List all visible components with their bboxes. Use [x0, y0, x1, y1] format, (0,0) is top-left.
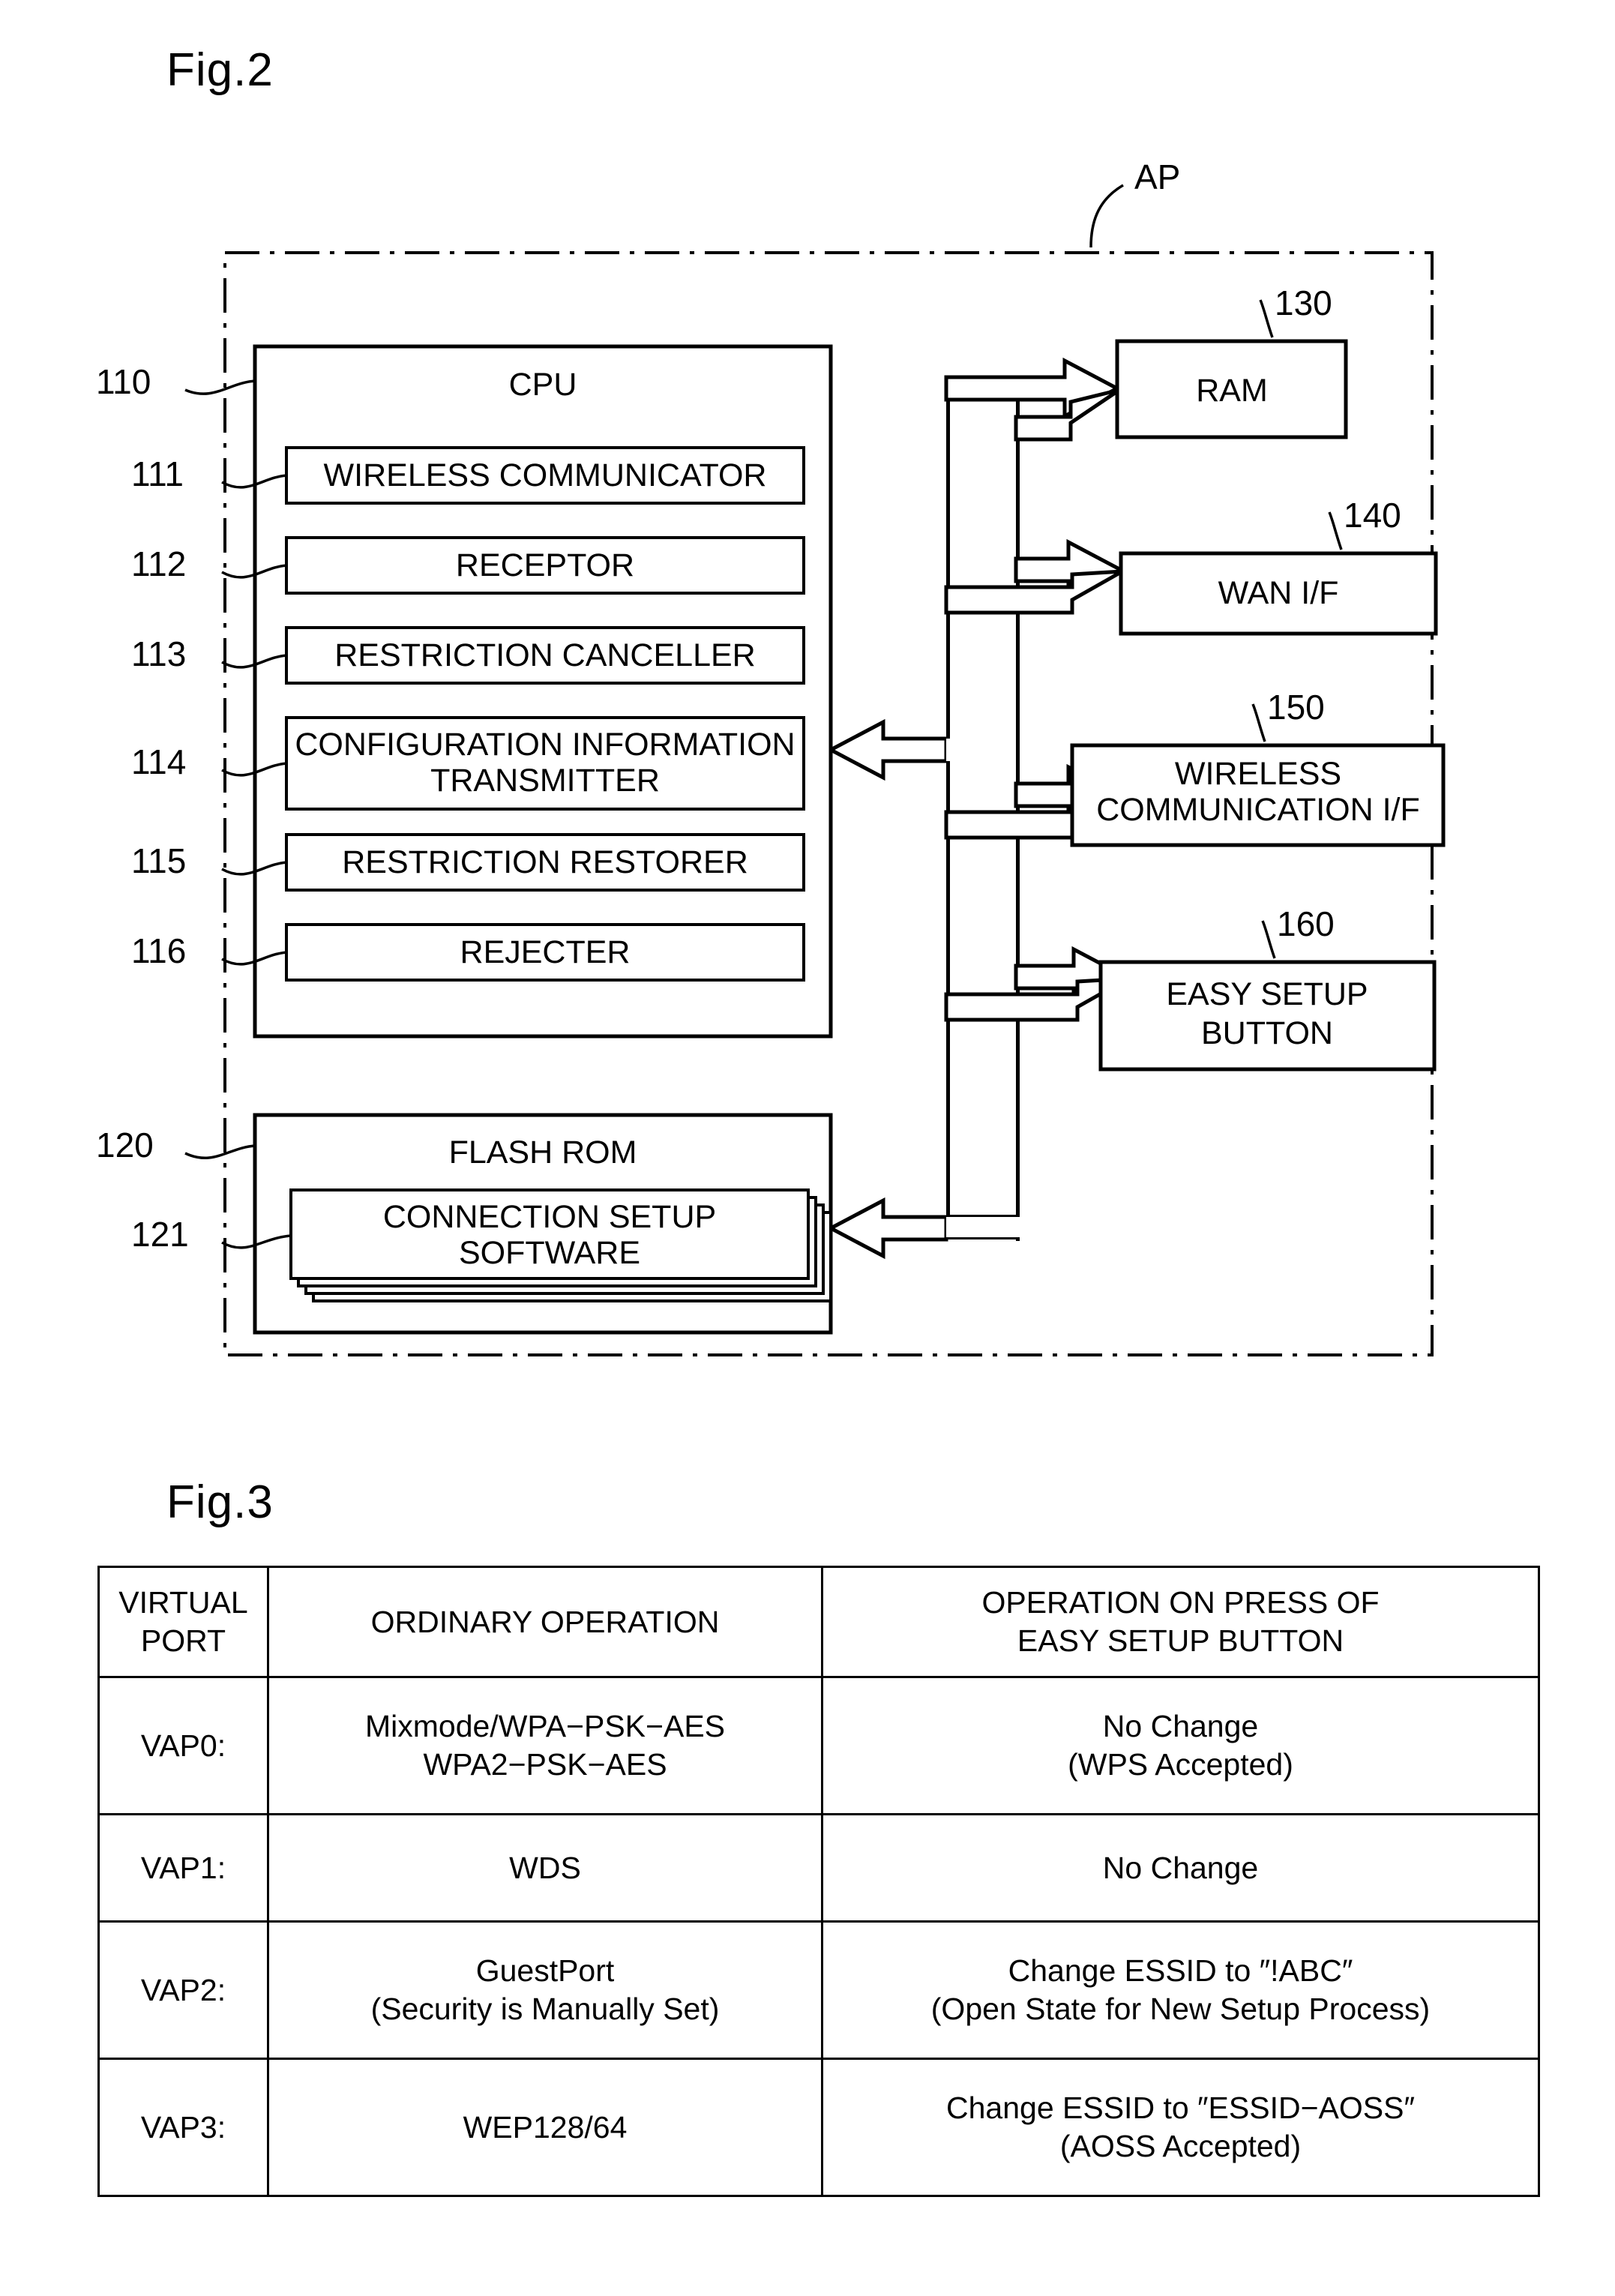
header-operation-on-press-line-1: OPERATION ON PRESS OF [981, 1585, 1380, 1620]
cell-ordinary-vap1-line-1: WDS [509, 1850, 581, 1885]
ref-111: 111 [131, 454, 184, 493]
cell-press-vap0: No Change (WPS Accepted) [821, 1676, 1540, 1815]
ap-leader-line [1089, 184, 1124, 248]
module-rejecter-label: REJECTER [460, 934, 631, 970]
ram-ref: 130 [1275, 283, 1332, 322]
bus-joint-flash-bot [946, 1237, 1020, 1239]
module-receptor-label: RECEPTOR [456, 547, 634, 583]
cell-port-vap2: VAP2: [97, 1920, 269, 2060]
cell-press-vap2-line-1: Change ESSID to ″!ABC″ [1008, 1953, 1353, 1989]
cell-press-vap3-line-2: (AOSS Accepted) [1059, 2129, 1302, 2163]
flash-rom-title: FLASH ROM [449, 1135, 637, 1170]
cpu-title: CPU [509, 367, 577, 403]
easy-setup-button-leader-line [1261, 920, 1276, 959]
ram-title: RAM [1196, 373, 1268, 409]
module-configuration-information-transmitter-label-2: TRANSMITTER [430, 763, 660, 799]
cell-press-vap0-line-1: No Change [1102, 1709, 1259, 1744]
cell-port-vap0: VAP0: [97, 1676, 269, 1815]
cell-press-vap1-line-1: No Change [1102, 1850, 1259, 1885]
wireless-communication-if-label-1: WIRELESS [1175, 756, 1341, 792]
module-wireless-communicator-label: WIRELESS COMMUNICATOR [324, 457, 767, 493]
table-row: VAP3: WEP128/64 Change ESSID to ″ESSID−A… [97, 2058, 1540, 2197]
ref-120: 120 [96, 1126, 154, 1164]
ap-label: AP [1134, 157, 1180, 196]
header-virtual-port: VIRTUAL PORT [97, 1566, 269, 1678]
ref-121: 121 [131, 1215, 189, 1254]
table-row: VAP2: GuestPort (Security is Manually Se… [97, 1920, 1540, 2060]
table-header-row: VIRTUAL PORT ORDINARY OPERATION OPERATIO… [97, 1566, 1540, 1678]
cell-press-vap3-line-1: Change ESSID to ″ESSID−AOSS″ [946, 2091, 1415, 2126]
easy-setup-button-label-2: BUTTON [1201, 1015, 1333, 1051]
ref-110-leader [184, 379, 256, 395]
figure-3-label: Fig.3 [166, 1476, 274, 1528]
cell-press-vap3: Change ESSID to ″ESSID−AOSS″ (AOSS Accep… [821, 2058, 1540, 2197]
bus-joint-flash [946, 1217, 1020, 1239]
table-row: VAP1: WDS No Change [97, 1813, 1540, 1923]
header-virtual-port-line-1: VIRTUAL [118, 1585, 248, 1620]
wireless-communication-if-label-2: COMMUNICATION I/F [1096, 792, 1420, 828]
header-ordinary-operation: ORDINARY OPERATION [267, 1566, 823, 1678]
ref-116: 116 [131, 931, 186, 970]
ref-120-leader [184, 1144, 256, 1160]
wan-if-ref: 140 [1344, 496, 1401, 535]
connection-setup-software-label-2: SOFTWARE [459, 1235, 640, 1271]
ref-114: 114 [131, 742, 186, 781]
cell-ordinary-vap0: Mixmode/WPA−PSK−AES WPA2−PSK−AES [267, 1676, 823, 1815]
wan-if-leader-line [1328, 511, 1343, 550]
ref-113: 113 [131, 634, 186, 673]
wireless-communication-if-leader-line [1251, 703, 1266, 742]
cell-ordinary-vap0-line-2: WPA2−PSK−AES [423, 1747, 667, 1782]
wan-if-title: WAN I/F [1218, 575, 1339, 611]
virtual-port-operation-table: VIRTUAL PORT ORDINARY OPERATION OPERATIO… [97, 1566, 1540, 2197]
bus-joint-cpu [946, 739, 955, 761]
wireless-communication-if-ref: 150 [1267, 688, 1325, 727]
cell-ordinary-vap3-line-1: WEP128/64 [463, 2109, 628, 2145]
header-virtual-port-line-2: PORT [140, 1623, 226, 1658]
cell-ordinary-vap2-line-2: (Security is Manually Set) [370, 1992, 720, 2026]
module-restriction-canceller-label: RESTRICTION CANCELLER [334, 637, 755, 673]
table-row: VAP0: Mixmode/WPA−PSK−AES WPA2−PSK−AES N… [97, 1676, 1540, 1815]
cell-ordinary-vap3: WEP128/64 [267, 2058, 823, 2197]
cell-ordinary-vap2-line-1: GuestPort [475, 1953, 615, 1989]
cell-ordinary-vap0-line-1: Mixmode/WPA−PSK−AES [364, 1709, 726, 1744]
header-operation-on-press-line-2: EASY SETUP BUTTON [1017, 1623, 1344, 1658]
cell-port-vap1: VAP1: [97, 1813, 269, 1923]
header-ordinary-operation-line-1: ORDINARY OPERATION [370, 1604, 720, 1639]
bus-joint-flash-top [946, 1215, 1020, 1217]
cell-press-vap2: Change ESSID to ″!ABC″ (Open State for N… [821, 1920, 1540, 2060]
module-restriction-restorer-label: RESTRICTION RESTORER [342, 844, 748, 880]
bus-line-a-upper [946, 377, 950, 750]
cell-port-vap3: VAP3: [97, 2058, 269, 2197]
cell-ordinary-vap1: WDS [267, 1813, 823, 1923]
cell-press-vap0-line-2: (WPS Accepted) [1068, 1747, 1293, 1782]
figure-2-diagram: AP CPU WIRELESS COMMUNICATOR RECEPTOR RE… [96, 157, 1446, 1356]
connection-setup-software-label-1: CONNECTION SETUP [383, 1199, 716, 1235]
header-operation-on-press: OPERATION ON PRESS OF EASY SETUP BUTTON [821, 1566, 1540, 1678]
bus-arrow-to-flash [826, 1197, 948, 1260]
cell-press-vap1: No Change [821, 1813, 1540, 1923]
easy-setup-button-label-1: EASY SETUP [1166, 976, 1368, 1012]
ram-leader-line [1259, 299, 1274, 338]
ref-112: 112 [131, 544, 186, 583]
cell-ordinary-vap2: GuestPort (Security is Manually Set) [267, 1920, 823, 2060]
easy-setup-button-ref: 160 [1277, 904, 1335, 943]
ref-115: 115 [131, 841, 186, 880]
cell-press-vap2-line-2: (Open State for New Setup Process) [930, 1992, 1431, 2026]
module-configuration-information-transmitter-label-1: CONFIGURATION INFORMATION [295, 727, 795, 763]
ref-110: 110 [96, 362, 151, 401]
